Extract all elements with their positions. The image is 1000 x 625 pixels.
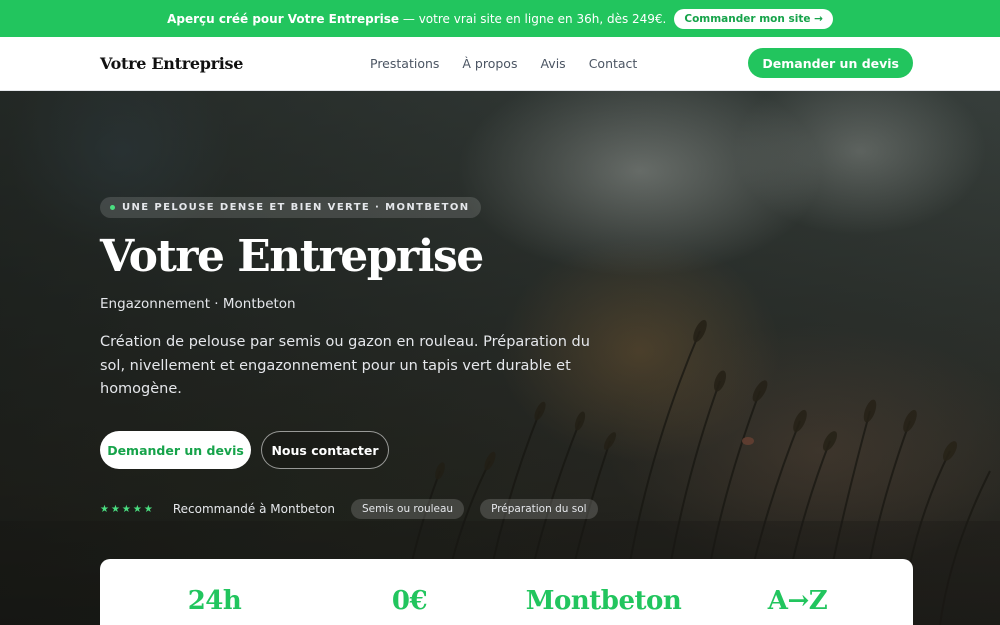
order-site-button[interactable]: Commander mon site → [674, 8, 833, 29]
rating-stars-icon: ★★★★★ [100, 503, 155, 515]
recommendation-text: Recommandé à Montbeton [172, 502, 335, 516]
nav-link-avis[interactable]: Avis [540, 56, 565, 71]
promo-body: — votre vrai site en ligne en 36h, dès 2… [399, 11, 667, 26]
eyebrow-text: UNE PELOUSE DENSE ET BIEN VERTE · MONTBE… [122, 202, 470, 213]
stat-location: Montbeton [525, 586, 682, 616]
brand-logo[interactable]: Votre Entreprise [100, 54, 243, 73]
chip-preparation: Préparation du sol [480, 499, 598, 519]
stats-card: 24h 0€ Montbeton A→Z [100, 559, 913, 625]
hero-eyebrow-badge: UNE PELOUSE DENSE ET BIEN VERTE · MONTBE… [100, 197, 481, 218]
hero-subtitle: Engazonnement · Montbeton [100, 296, 296, 312]
nav-link-prestations[interactable]: Prestations [370, 56, 439, 71]
promo-text: Aperçu créé pour Votre Entreprise — votr… [167, 12, 666, 26]
nav-quote-button[interactable]: Demander un devis [748, 48, 913, 78]
top-navbar: Votre Entreprise Prestations À propos Av… [0, 37, 1000, 91]
hero-contact-button[interactable]: Nous contacter [261, 431, 389, 469]
social-proof-row: ★★★★★ Recommandé à Montbeton Semis ou ro… [100, 499, 598, 519]
hero-description: Création de pelouse par semis ou gazon e… [100, 334, 590, 397]
stat-a-to-z: A→Z [767, 586, 828, 616]
promo-banner: Aperçu créé pour Votre Entreprise — votr… [0, 0, 1000, 37]
stat-price: 0€ [391, 586, 428, 616]
stat-24h: 24h [187, 586, 242, 616]
status-dot-icon [110, 205, 115, 210]
nav-links: Prestations À propos Avis Contact [370, 56, 637, 71]
hero-quote-button[interactable]: Demander un devis [100, 431, 251, 469]
promo-highlight: Aperçu créé pour Votre Entreprise [167, 11, 400, 26]
chip-semis: Semis ou rouleau [350, 499, 465, 519]
hero-section: UNE PELOUSE DENSE ET BIEN VERTE · MONTBE… [0, 91, 1000, 625]
nav-link-a-propos[interactable]: À propos [462, 56, 517, 71]
nav-link-contact[interactable]: Contact [589, 56, 638, 71]
hero-title: Votre Entreprise [100, 231, 484, 282]
